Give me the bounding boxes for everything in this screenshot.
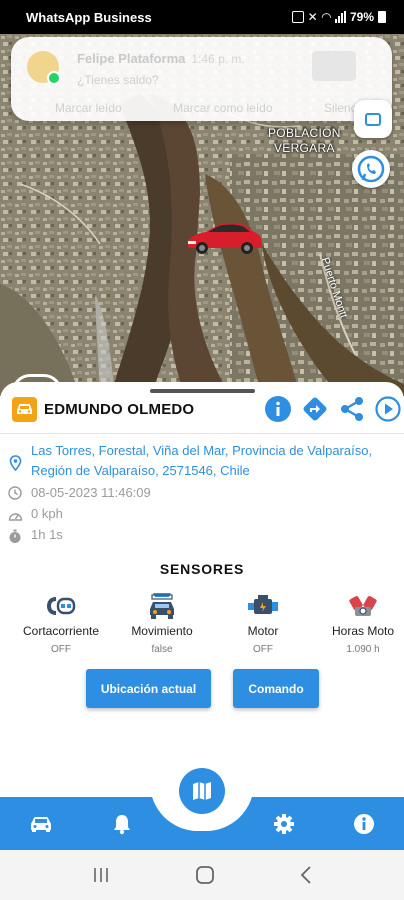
nfc-icon: [291, 11, 304, 23]
engine-icon: [248, 595, 278, 614]
speedometer-icon: [7, 507, 23, 523]
share-button[interactable]: [338, 395, 366, 423]
gear-icon: [274, 814, 294, 834]
notification-sender: Felipe Plataforma: [77, 51, 186, 66]
address-line-2: Región de Valparaíso, 2571546, Chile: [31, 463, 250, 478]
notification-actions: Marcar leído Marcar como leído Silenciar: [11, 101, 392, 115]
nav-vehicles-button[interactable]: [26, 810, 56, 838]
whatsapp-icon: [357, 155, 385, 183]
sensor-name: Horas Moto: [331, 624, 395, 638]
directions-icon: [303, 397, 327, 421]
map-icon: [193, 782, 211, 800]
play-icon: [375, 396, 401, 422]
header-divider: [0, 433, 404, 434]
sender-avatar: [27, 51, 61, 85]
map-place-label: POBLACIÓN VERGARA: [268, 126, 341, 155]
vehicle-name: EDMUNDO OLMEDO: [44, 401, 195, 418]
vehicle-header: EDMUNDO OLMEDO: [0, 395, 404, 435]
notification-action-mark-as-read[interactable]: Marcar como leído: [173, 101, 272, 115]
share-icon: [341, 397, 363, 421]
sensor-value: OFF: [253, 644, 273, 655]
recent-apps-icon[interactable]: [92, 867, 110, 883]
sensor-cortacorriente: Cortacorriente OFF: [11, 590, 111, 655]
status-bar: WhatsApp Business ✕ ◠ 79%: [0, 0, 404, 34]
battery-percent: 79%: [349, 10, 374, 24]
nav-map-button[interactable]: [179, 768, 225, 814]
wifi-icon: ◠: [321, 10, 331, 24]
location-pin-icon: [7, 455, 23, 471]
notification-thumbnail: [312, 51, 356, 81]
sensor-motor: Motor OFF: [213, 590, 313, 655]
map-layer-button[interactable]: [354, 100, 392, 138]
notification-message: ¿Tienes saldo?: [77, 73, 159, 87]
sensor-movimiento: Movimiento false: [112, 590, 212, 655]
car-icon: [31, 817, 51, 832]
vehicle-speed: 0 kph: [31, 506, 63, 521]
sensor-name: Cortacorriente: [22, 624, 100, 638]
status-app-name: WhatsApp Business: [26, 9, 152, 25]
mute-icon: ✕: [307, 10, 318, 24]
whatsapp-badge-icon: [47, 71, 61, 85]
layers-icon: [365, 113, 381, 126]
info-button[interactable]: [264, 395, 292, 423]
clock-icon: [7, 485, 23, 501]
vehicle-address[interactable]: Las Torres, Forestal, Viña del Mar, Prov…: [31, 441, 372, 481]
sensor-value: OFF: [51, 644, 71, 655]
notification-time: 1:46 p. m.: [191, 52, 245, 66]
system-navigation-bar: [0, 850, 404, 900]
battery-icon: [378, 11, 386, 23]
status-icons: ✕ ◠ 79%: [291, 10, 386, 24]
bell-icon: [114, 815, 130, 835]
home-icon[interactable]: [195, 865, 215, 885]
nav-alerts-button[interactable]: [107, 810, 137, 838]
sheet-drag-handle[interactable]: [150, 389, 255, 393]
vehicle-datetime: 08-05-2023 11:46:09: [31, 485, 151, 500]
whatsapp-notification[interactable]: Felipe Plataforma 1:46 p. m. ¿Tienes sald…: [11, 37, 392, 121]
vehicle-car-icon: [12, 397, 37, 422]
address-line-1: Las Torres, Forestal, Viña del Mar, Prov…: [31, 443, 373, 458]
info-icon: [265, 396, 291, 422]
sensor-name: Motor: [247, 624, 279, 638]
back-icon[interactable]: [300, 866, 312, 884]
engine-hours-icon: [349, 596, 377, 616]
car-marker-icon[interactable]: [184, 220, 264, 256]
whatsapp-button[interactable]: [352, 150, 390, 188]
notification-title: Felipe Plataforma 1:46 p. m.: [77, 51, 245, 66]
sensor-value: false: [151, 644, 173, 655]
nav-settings-button[interactable]: [269, 810, 299, 838]
notification-action-mark-read[interactable]: Marcar leído: [55, 101, 122, 115]
sensor-value: 1.090 h: [346, 644, 380, 655]
sensor-horas-moto: Horas Moto 1.090 h: [313, 590, 404, 655]
command-button[interactable]: Comando: [233, 669, 319, 708]
info-circle-icon: [354, 814, 374, 834]
moving-car-icon: [150, 593, 174, 619]
current-location-button[interactable]: Ubicación actual: [86, 669, 211, 708]
sensor-name: Movimiento: [131, 624, 193, 638]
sensors-title: SENSORES: [159, 561, 245, 577]
vehicle-duration: 1h 1s: [31, 527, 63, 542]
play-history-button[interactable]: [374, 395, 402, 423]
stopwatch-icon: [7, 528, 23, 544]
nav-info-button[interactable]: [349, 810, 379, 838]
key-plug-icon: [47, 597, 76, 615]
directions-button[interactable]: [301, 395, 329, 423]
signal-icon: [334, 11, 346, 23]
